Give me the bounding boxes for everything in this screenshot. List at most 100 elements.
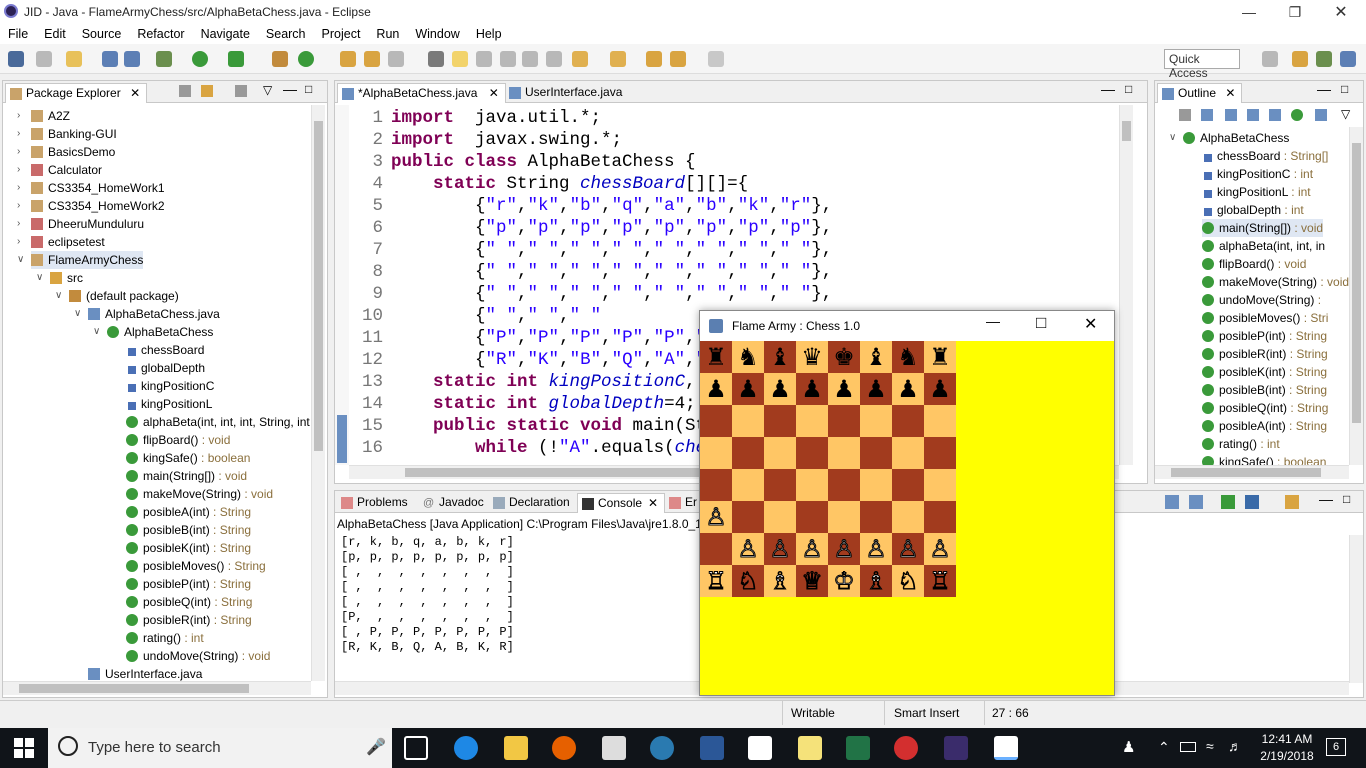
- restore-button[interactable]: ❐: [1272, 0, 1318, 24]
- board-square[interactable]: [860, 437, 892, 469]
- volume-icon[interactable]: ♬: [1228, 738, 1242, 754]
- code-line[interactable]: {" "," "," ": [391, 305, 601, 327]
- tree-item[interactable]: main(String[]) : void: [1202, 219, 1324, 237]
- board-square[interactable]: ♕: [796, 565, 828, 597]
- tree-item[interactable]: chessBoard : String[]: [1202, 147, 1328, 165]
- board-square[interactable]: [828, 469, 860, 501]
- white-piece[interactable]: ♙: [705, 503, 727, 532]
- board-square[interactable]: [892, 437, 924, 469]
- collapse-all-icon[interactable]: [179, 85, 191, 97]
- next-annotation-icon[interactable]: [572, 51, 588, 67]
- board-square[interactable]: ♖: [700, 565, 732, 597]
- new-class-icon[interactable]: [298, 51, 314, 67]
- board-square[interactable]: [732, 501, 764, 533]
- tree-item[interactable]: undoMove(String) : void: [126, 647, 270, 665]
- board-square[interactable]: ♘: [892, 565, 924, 597]
- package-explorer-hscroll[interactable]: [3, 681, 311, 695]
- mail-icon[interactable]: [748, 736, 772, 760]
- open-perspective-icon[interactable]: [1262, 51, 1278, 67]
- tree-item[interactable]: posibleMoves() : Stri: [1202, 309, 1328, 327]
- firefox-icon[interactable]: [552, 736, 576, 760]
- tree-item[interactable]: alphaBeta(int, int, in: [1202, 237, 1325, 255]
- tree-item[interactable]: alphaBeta(int, int, int, String, int: [126, 413, 310, 431]
- white-piece[interactable]: ♔: [833, 567, 855, 596]
- external-tools-icon[interactable]: [228, 51, 244, 67]
- tree-item[interactable]: kingSafe() : boolean: [126, 449, 250, 467]
- view-menu-icon[interactable]: ▽: [1341, 107, 1350, 121]
- maximize-view-icon[interactable]: □: [1343, 492, 1350, 506]
- board-square[interactable]: [924, 405, 956, 437]
- tree-item[interactable]: globalDepth : int: [1202, 201, 1304, 219]
- scroll-thumb[interactable]: [19, 684, 249, 693]
- eclipse-taskbar-icon[interactable]: [944, 736, 968, 760]
- toolbar-icon[interactable]: [476, 51, 492, 67]
- tree-item[interactable]: makeMove(String) : void: [1202, 273, 1349, 291]
- windows-start-icon[interactable]: [14, 738, 34, 758]
- board-square[interactable]: [732, 405, 764, 437]
- expand-toggle-icon[interactable]: ›: [17, 161, 27, 179]
- tree-item[interactable]: rating() : int: [126, 629, 204, 647]
- expand-toggle-icon[interactable]: ›: [17, 107, 27, 125]
- board-square[interactable]: ♜: [924, 341, 956, 373]
- excel-icon[interactable]: [846, 736, 870, 760]
- board-square[interactable]: [764, 405, 796, 437]
- tree-item[interactable]: UserInterface.java: [88, 665, 202, 681]
- board-square[interactable]: [732, 437, 764, 469]
- close-tab-icon[interactable]: ✕: [130, 86, 140, 100]
- taskbar-search-box[interactable]: Type here to search 🎤: [48, 728, 392, 768]
- code-line[interactable]: import java.util.*;: [391, 107, 601, 129]
- outline-hscroll[interactable]: [1155, 465, 1349, 479]
- black-piece[interactable]: ♞: [897, 343, 919, 371]
- battery-icon[interactable]: [1180, 742, 1196, 752]
- tree-item[interactable]: makeMove(String) : void: [126, 485, 273, 503]
- board-square[interactable]: ♟: [764, 373, 796, 405]
- expand-toggle-icon[interactable]: ∨: [55, 287, 65, 305]
- board-square[interactable]: [892, 469, 924, 501]
- board-square[interactable]: ♗: [860, 565, 892, 597]
- editor-vscroll[interactable]: [1119, 105, 1133, 465]
- menu-edit[interactable]: Edit: [36, 27, 74, 41]
- menu-project[interactable]: Project: [314, 27, 369, 41]
- menu-window[interactable]: Window: [407, 27, 467, 41]
- hide-fields-icon[interactable]: [1225, 109, 1237, 121]
- close-button[interactable]: ✕: [1318, 0, 1364, 24]
- menu-search[interactable]: Search: [258, 27, 314, 41]
- focus-icon[interactable]: [235, 85, 247, 97]
- toolbar-icon[interactable]: [500, 51, 516, 67]
- toolbar-icon[interactable]: [8, 51, 24, 67]
- chess-minimize-button[interactable]: —: [986, 313, 1000, 329]
- new-icon[interactable]: [66, 51, 82, 67]
- board-square[interactable]: [764, 469, 796, 501]
- white-piece[interactable]: ♖: [929, 567, 951, 596]
- app-icon[interactable]: [650, 736, 674, 760]
- code-line[interactable]: static String chessBoard[][]={: [391, 173, 748, 195]
- minimize-view-icon[interactable]: —: [1319, 491, 1333, 507]
- minimize-view-icon[interactable]: —: [1317, 81, 1331, 97]
- microphone-icon[interactable]: 🎤: [366, 737, 386, 757]
- show-whitespace-icon[interactable]: [546, 51, 562, 67]
- maximize-view-icon[interactable]: □: [1341, 82, 1348, 96]
- tree-item[interactable]: posibleA(int) : String: [126, 503, 251, 521]
- board-square[interactable]: ♟: [732, 373, 764, 405]
- black-piece[interactable]: ♜: [929, 343, 951, 371]
- tree-item[interactable]: rating() : int: [1202, 435, 1280, 453]
- white-piece[interactable]: ♙: [801, 535, 823, 564]
- board-square[interactable]: ♙: [924, 533, 956, 565]
- debug-perspective-icon[interactable]: [1316, 51, 1332, 67]
- white-piece[interactable]: ♙: [929, 535, 951, 564]
- tree-item[interactable]: globalDepth: [126, 359, 205, 377]
- close-tab-icon[interactable]: ✕: [489, 86, 499, 100]
- board-square[interactable]: [828, 405, 860, 437]
- board-square[interactable]: ♟: [700, 373, 732, 405]
- sort-icon[interactable]: [1201, 109, 1213, 121]
- tree-item[interactable]: ∨ AlphaBetaChess: [93, 323, 213, 341]
- hide-static-icon[interactable]: [1247, 109, 1259, 121]
- save-all-icon[interactable]: [124, 51, 140, 67]
- code-line[interactable]: {" "," "," "," "," "," "," "," "},: [391, 261, 832, 283]
- store-icon[interactable]: [602, 736, 626, 760]
- expand-toggle-icon[interactable]: ›: [17, 233, 27, 251]
- board-square[interactable]: ♗: [764, 565, 796, 597]
- black-piece[interactable]: ♟: [897, 375, 919, 403]
- white-piece[interactable]: ♙: [737, 535, 759, 564]
- expand-toggle-icon[interactable]: ›: [17, 125, 27, 143]
